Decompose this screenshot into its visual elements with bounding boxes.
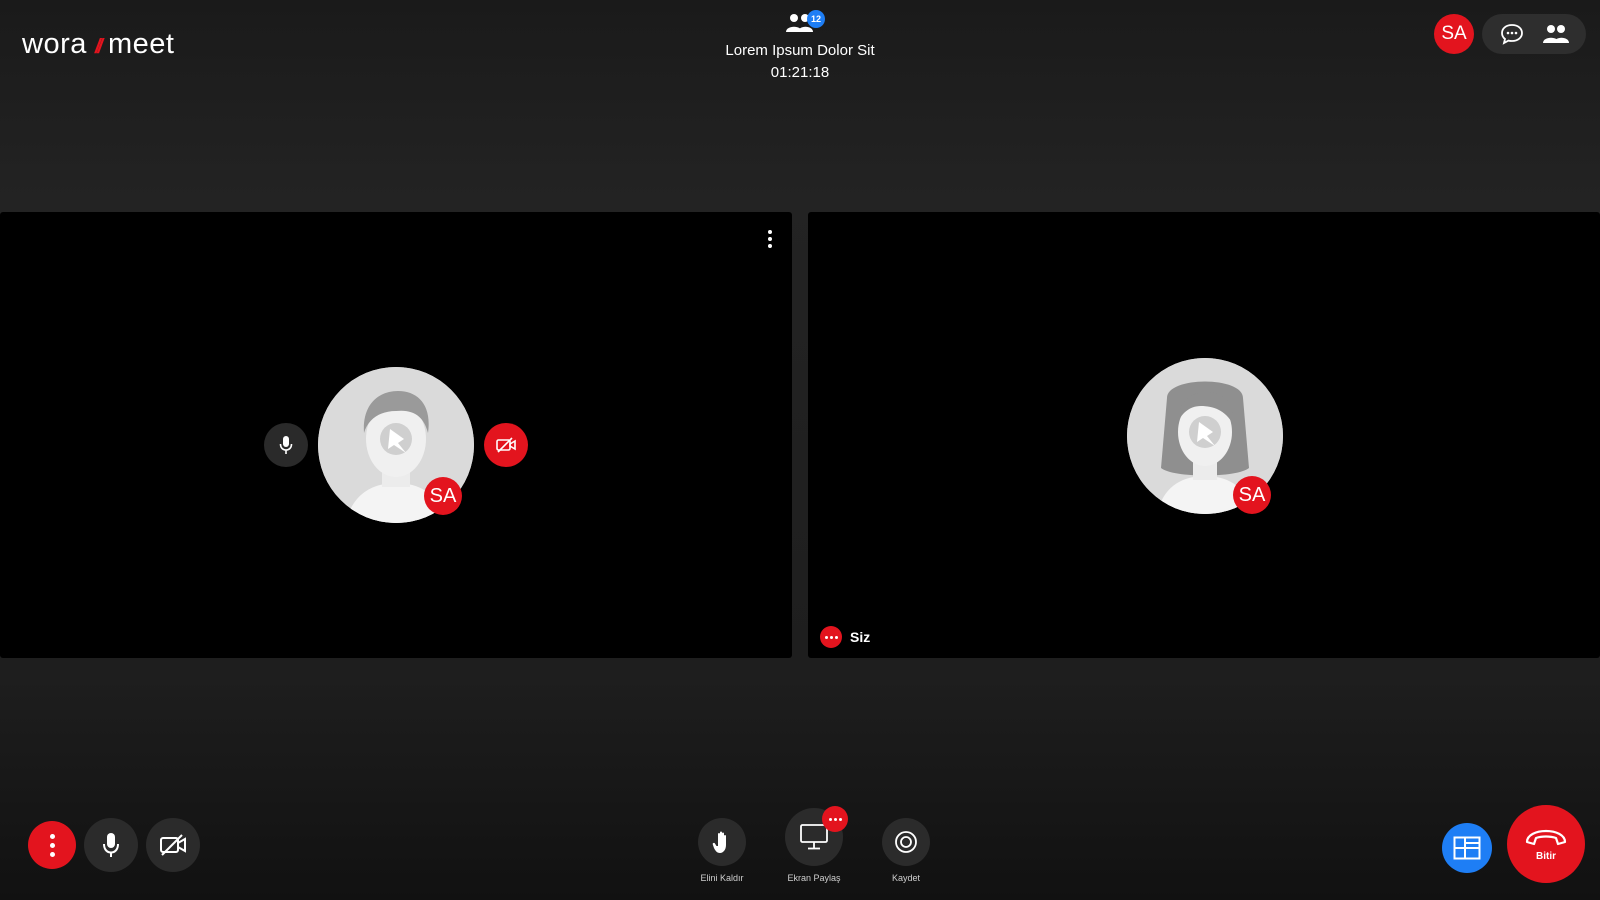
microphone-icon [279, 436, 293, 454]
end-call-label: Bitir [1536, 850, 1556, 862]
video-tile-self[interactable]: SA Siz [808, 212, 1600, 658]
participant-initials-badge: SA [1233, 476, 1271, 514]
dot [834, 635, 838, 639]
camera-off-icon [496, 437, 516, 453]
participant-initials-badge: SA [424, 477, 462, 515]
raise-hand-tool[interactable]: Elini Kaldır [690, 806, 754, 883]
tile-camera-button[interactable] [484, 423, 528, 467]
more-options-button[interactable] [28, 821, 76, 869]
brand-separator: // [94, 36, 103, 58]
hand-icon [712, 831, 726, 853]
header-pill [1482, 14, 1586, 54]
name-tag-menu-button[interactable] [820, 626, 842, 648]
camera-off-icon [160, 834, 186, 856]
user-avatar-badge[interactable]: SA [1434, 14, 1474, 54]
brand-logo: wora // meet [22, 28, 174, 61]
tile-menu-button[interactable] [762, 228, 778, 250]
dot [768, 244, 772, 248]
participants-indicator[interactable]: 12 [783, 10, 825, 38]
layout-toggle-button[interactable] [1442, 823, 1492, 873]
end-call-button[interactable]: Bitir [1507, 805, 1585, 883]
camera-toggle-button[interactable] [146, 818, 200, 872]
video-tile-remote[interactable]: SA [0, 212, 792, 658]
participant-name-label: Siz [850, 629, 871, 645]
dot [824, 635, 828, 639]
share-screen-options-badge[interactable] [822, 806, 848, 832]
tile-mic-button[interactable] [264, 423, 308, 467]
grid-layout-icon [1453, 836, 1481, 860]
meeting-timer: 01:21:18 [770, 64, 830, 81]
raise-hand-button[interactable] [698, 818, 746, 866]
dot [829, 635, 833, 639]
share-screen-label: Ekran Paylaş [787, 873, 841, 883]
chat-bubble-icon [1501, 24, 1523, 45]
brand-name-part1: wora [22, 28, 87, 60]
chat-button[interactable] [1494, 16, 1530, 52]
brand-name-part2: meet [107, 28, 175, 60]
dot [768, 230, 772, 234]
record-label: Kaydet [891, 873, 921, 883]
record-button[interactable] [882, 818, 930, 866]
microphone-toggle-button[interactable] [84, 818, 138, 872]
meeting-tools: Elini Kaldır Ekran Paylaş Kaydet [690, 806, 938, 883]
participant-count-badge: 12 [807, 10, 825, 28]
participants-button[interactable] [1538, 16, 1574, 52]
people-icon [1543, 25, 1569, 43]
more-vertical-icon [49, 833, 55, 857]
header-actions: SA [1434, 14, 1586, 54]
dot [768, 237, 772, 241]
hang-up-icon [1525, 829, 1567, 845]
record-tool[interactable]: Kaydet [874, 806, 938, 883]
share-screen-tool[interactable]: Ekran Paylaş [782, 806, 848, 883]
meeting-info: 12 Lorem Ipsum Dolor Sit 01:21:18 [650, 10, 950, 81]
microphone-icon [103, 833, 119, 857]
participant-name-tag: Siz [820, 626, 870, 648]
media-controls [28, 818, 200, 872]
meeting-title: Lorem Ipsum Dolor Sit [725, 42, 875, 59]
record-icon [895, 831, 917, 853]
raise-hand-label: Elini Kaldır [700, 873, 744, 883]
